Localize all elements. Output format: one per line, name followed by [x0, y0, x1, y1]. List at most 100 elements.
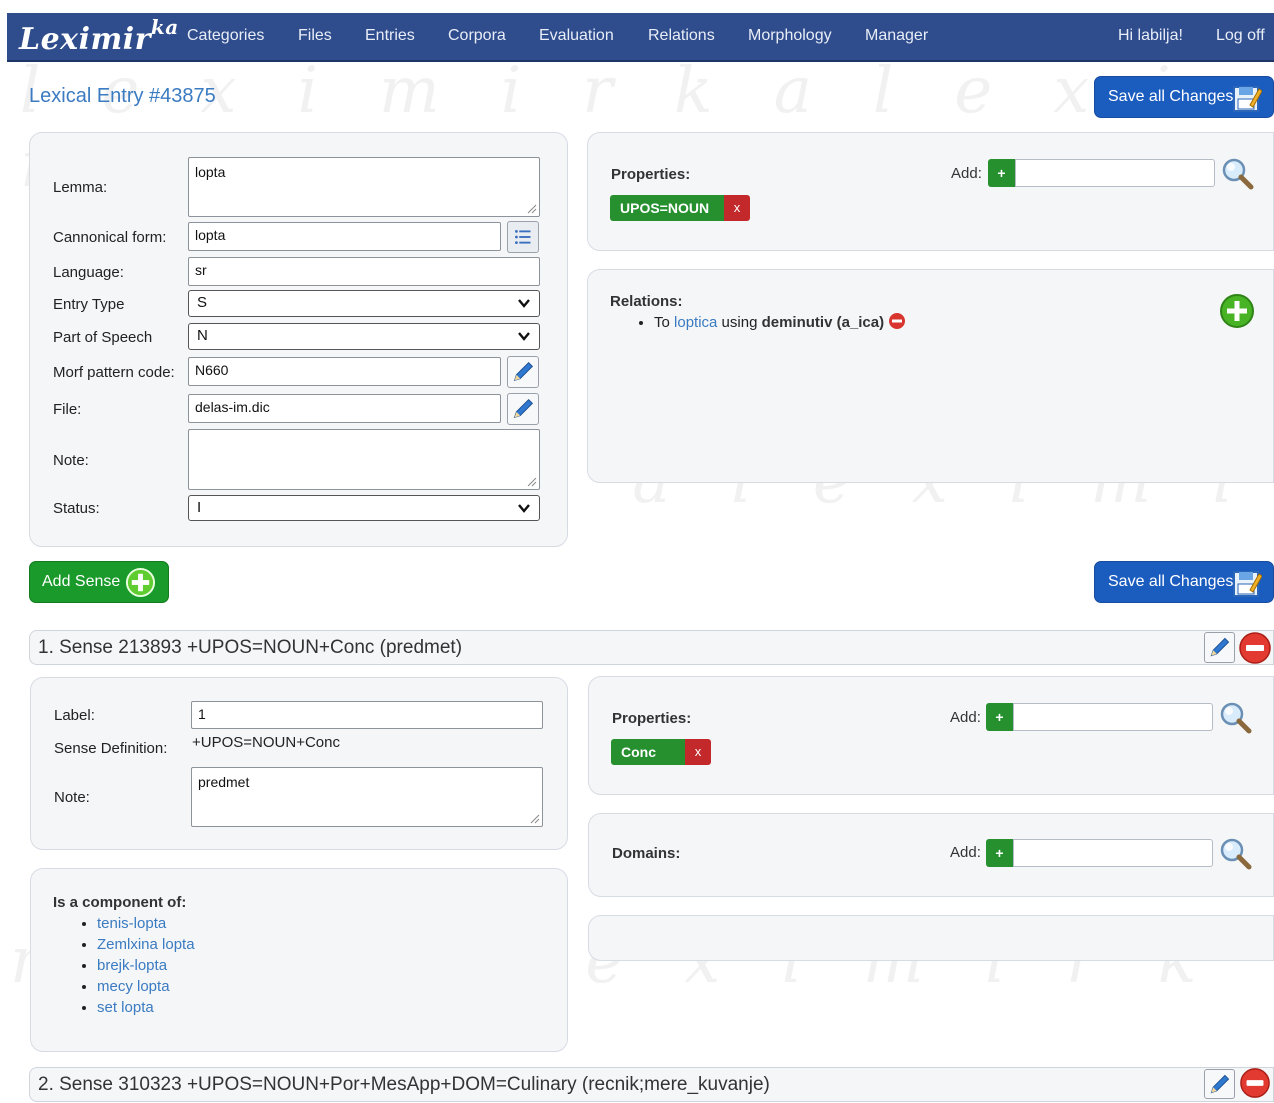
delete-sense-icon[interactable]	[1238, 631, 1272, 665]
remove-property-button[interactable]: x	[724, 195, 750, 221]
sense-header-2[interactable]: 2. Sense 310323 +UPOS=NOUN+Por+MesApp+DO…	[29, 1067, 1274, 1102]
add-relation-icon[interactable]	[1219, 293, 1255, 329]
language-input[interactable]: sr	[188, 257, 540, 286]
add-sense-property-label: Add:	[950, 709, 981, 726]
sense-label-input[interactable]: 1	[191, 701, 543, 729]
resize-handle-icon[interactable]	[527, 204, 537, 214]
file-input[interactable]: delas-im.dic	[188, 394, 501, 423]
search-icon[interactable]	[1218, 700, 1252, 734]
note-label: Note:	[53, 452, 89, 469]
list-item: mecy lopta	[97, 976, 195, 997]
relation-using: using	[721, 314, 758, 331]
edit-file-button[interactable]	[507, 393, 539, 425]
relation-target-link[interactable]: loptica	[674, 314, 717, 331]
save-label: Save all Changes	[1108, 573, 1234, 590]
sense-properties-panel	[588, 676, 1274, 795]
edit-morf-button[interactable]	[507, 356, 539, 388]
edit-sense-button[interactable]	[1204, 632, 1235, 663]
lemma-value: lopta	[195, 164, 226, 180]
add-sense-button[interactable]: Add Sense	[29, 561, 169, 603]
sense-header-1[interactable]: 1. Sense 213893 +UPOS=NOUN+Conc (predmet…	[29, 630, 1274, 665]
entry-type-select[interactable]: S	[188, 290, 540, 317]
add-sense-property-button[interactable]: +	[986, 703, 1013, 731]
lemma-field[interactable]: lopta	[188, 157, 540, 217]
list-button[interactable]	[507, 221, 539, 253]
sense-note-value: predmet	[198, 774, 250, 790]
save-all-changes-button-bottom[interactable]: Save all Changes	[1094, 561, 1274, 603]
component-link[interactable]: mecy lopta	[97, 978, 170, 995]
floppy-disk-icon	[1233, 86, 1262, 112]
sense-title: 1. Sense 213893 +UPOS=NOUN+Conc (predmet…	[38, 637, 463, 658]
page-title: Lexical Entry #43875	[29, 85, 216, 107]
nav-files[interactable]: Files	[298, 27, 332, 45]
canonical-form-input[interactable]: lopta	[188, 222, 501, 251]
component-link[interactable]: set lopta	[97, 999, 154, 1016]
edit-sense-button[interactable]	[1204, 1069, 1235, 1099]
properties-label: Properties:	[611, 166, 691, 183]
file-value: delas-im.dic	[195, 399, 270, 415]
domains-label: Domains:	[612, 845, 681, 862]
add-domain-input[interactable]	[1013, 839, 1213, 867]
nav-greeting[interactable]: Hi labilja!	[1118, 27, 1183, 45]
list-icon	[515, 229, 531, 245]
morf-pattern-label: Morf pattern code:	[53, 364, 175, 381]
file-label: File:	[53, 401, 82, 418]
component-link[interactable]: Zemlxina lopta	[97, 936, 195, 953]
part-of-speech-value: N	[197, 327, 208, 344]
morf-pattern-input[interactable]: N660	[188, 357, 501, 386]
relations-label: Relations:	[610, 293, 683, 310]
add-property-button[interactable]: +	[988, 159, 1015, 187]
list-item: Zemlxina lopta	[97, 934, 195, 955]
nav-logoff[interactable]: Log off	[1216, 27, 1265, 45]
note-textarea[interactable]	[188, 429, 540, 490]
language-value: sr	[195, 262, 207, 278]
resize-handle-icon[interactable]	[527, 477, 537, 487]
nav-evaluation[interactable]: Evaluation	[539, 27, 614, 45]
nav-morphology[interactable]: Morphology	[748, 27, 832, 45]
sense-definition-label: Sense Definition:	[54, 740, 168, 757]
relation-prefix: To	[654, 314, 670, 331]
nav-manager[interactable]: Manager	[865, 27, 928, 45]
add-property-input[interactable]	[1015, 159, 1215, 187]
delete-sense-icon[interactable]	[1238, 1067, 1272, 1099]
sense-label-value: 1	[198, 706, 206, 722]
list-item: brejk-lopta	[97, 955, 195, 976]
pencil-icon	[1210, 637, 1230, 657]
lemma-label: Lemma:	[53, 179, 108, 196]
resize-handle-icon[interactable]	[530, 814, 540, 824]
component-list: tenis-lopta Zemlxina lopta brejk-lopta m…	[53, 913, 195, 1018]
add-sense-property-input[interactable]	[1013, 703, 1213, 731]
remove-sense-property-button[interactable]: x	[685, 739, 711, 765]
canonical-form-label: Cannonical form:	[53, 229, 167, 246]
list-item: set lopta	[97, 997, 195, 1018]
remove-relation-icon[interactable]	[888, 312, 906, 330]
sense-label-label: Label:	[54, 707, 95, 724]
app-logo[interactable]: Leximirka	[19, 15, 179, 57]
nav-categories[interactable]: Categories	[187, 27, 264, 45]
top-navbar: Leximirka Categories Files Entries Corpo…	[7, 13, 1274, 62]
nav-relations[interactable]: Relations	[648, 27, 715, 45]
pencil-icon	[1210, 1074, 1230, 1094]
plus-circle-icon	[125, 567, 156, 598]
component-link[interactable]: tenis-lopta	[97, 915, 166, 932]
component-link[interactable]: brejk-lopta	[97, 957, 167, 974]
add-domain-label: Add:	[950, 844, 981, 861]
save-all-changes-button-top[interactable]: Save all Changes	[1094, 76, 1274, 118]
nav-corpora[interactable]: Corpora	[448, 27, 506, 45]
add-domain-button[interactable]: +	[986, 839, 1013, 867]
entry-type-value: S	[197, 294, 208, 311]
search-icon[interactable]	[1218, 836, 1252, 870]
property-chip: UPOS=NOUN	[610, 195, 724, 221]
relations-panel	[587, 269, 1274, 483]
sense-note-textarea[interactable]: predmet	[191, 767, 543, 827]
status-select[interactable]: I	[188, 495, 540, 521]
search-icon[interactable]	[1220, 156, 1254, 190]
pencil-icon	[513, 361, 534, 382]
sense-property-chip: Conc	[611, 739, 685, 765]
status-label: Status:	[53, 500, 100, 517]
save-label: Save all Changes	[1108, 88, 1234, 105]
part-of-speech-select[interactable]: N	[188, 323, 540, 350]
floppy-disk-icon	[1233, 571, 1262, 597]
relations-list: To loptica using deminutiv (a_ica)	[610, 312, 906, 334]
nav-entries[interactable]: Entries	[365, 27, 415, 45]
